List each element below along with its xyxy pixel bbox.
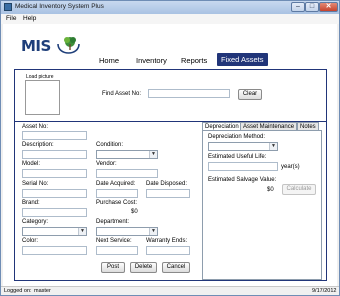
condition-select[interactable]: ▼ xyxy=(96,150,158,159)
app-window: Medical Inventory System Plus – □ ✕ File… xyxy=(0,0,340,296)
model-field[interactable] xyxy=(22,169,87,178)
status-date: 9/17/2012 xyxy=(312,288,337,294)
brand-label: Brand: xyxy=(22,200,40,206)
chevron-down-icon: ▼ xyxy=(78,228,86,235)
vendor-field[interactable] xyxy=(96,169,158,178)
useful-life-label: Estimated Useful Life: xyxy=(208,154,267,160)
main-content: MIS Home Inventory Reports Fixed Assets … xyxy=(3,24,337,286)
color-label: Color: xyxy=(22,238,39,244)
logged-on-user: master xyxy=(34,288,51,294)
asset-no-field[interactable] xyxy=(22,131,87,140)
depreciation-panel: Depreciation Method: ▼ Estimated Useful … xyxy=(202,130,322,280)
asset-panel: Load picture Find Asset No: Clear Asset … xyxy=(14,69,327,281)
chevron-down-icon: ▼ xyxy=(269,143,277,150)
department-label: Department: xyxy=(96,219,130,225)
logo-text: MIS xyxy=(21,37,51,55)
date-acquired-label: Date Acquired: xyxy=(96,181,136,187)
warranty-ends-field[interactable] xyxy=(146,246,190,255)
purchase-cost-label: Purchase Cost: xyxy=(96,200,138,206)
warranty-ends-label: Warranty Ends: xyxy=(146,238,188,244)
cancel-button[interactable]: Cancel xyxy=(162,262,190,273)
salvage-value: $0 xyxy=(267,187,274,193)
next-service-label: Next Service: xyxy=(96,238,132,244)
condition-label: Condition: xyxy=(96,142,124,148)
stethoscope-logo-icon xyxy=(57,37,80,54)
date-acquired-field[interactable] xyxy=(96,189,138,198)
nav-fixed-assets[interactable]: Fixed Assets xyxy=(217,53,268,66)
depreciation-tabs: Depreciation Asset Maintenance Notes Dep… xyxy=(201,121,325,281)
title-bar[interactable]: Medical Inventory System Plus – □ ✕ xyxy=(1,1,339,14)
delete-button[interactable]: Delete xyxy=(130,262,157,273)
calculate-button[interactable]: Calculate xyxy=(282,184,316,195)
menu-help[interactable]: Help xyxy=(23,15,36,22)
logged-on-label: Logged on: xyxy=(4,288,32,294)
asset-no-label: Asset No: xyxy=(22,124,49,130)
nav-reports[interactable]: Reports xyxy=(181,56,207,65)
date-disposed-label: Date Disposed: xyxy=(146,181,188,187)
model-label: Model: xyxy=(22,161,41,167)
department-select[interactable]: ▼ xyxy=(96,227,158,236)
menu-file[interactable]: File xyxy=(6,15,16,22)
serial-no-label: Serial No: xyxy=(22,181,49,187)
depreciation-method-select[interactable]: ▼ xyxy=(208,142,278,151)
years-label: year(s) xyxy=(281,164,300,170)
category-label: Category: xyxy=(22,219,49,225)
depreciation-method-label: Depreciation Method: xyxy=(208,134,266,140)
close-button[interactable]: ✕ xyxy=(319,2,338,12)
menu-bar: File Help xyxy=(1,14,339,24)
next-service-field[interactable] xyxy=(96,246,138,255)
purchase-cost-value: $0 xyxy=(131,209,138,215)
salvage-value-label: Estimated Salvage Value: xyxy=(208,177,277,183)
nav-home[interactable]: Home xyxy=(99,56,119,65)
find-asset-input[interactable] xyxy=(148,89,230,98)
asset-picture[interactable] xyxy=(25,80,60,115)
category-select[interactable]: ▼ xyxy=(22,227,87,236)
description-label: Description: xyxy=(22,142,54,148)
vendor-label: Vendor: xyxy=(96,161,117,167)
nav-inventory[interactable]: Inventory xyxy=(136,56,167,65)
brand-field[interactable] xyxy=(22,208,87,217)
useful-life-field[interactable] xyxy=(208,162,278,171)
post-button[interactable]: Post xyxy=(101,262,125,273)
status-bar: Logged on: master 9/17/2012 xyxy=(1,286,339,295)
clear-button[interactable]: Clear xyxy=(238,89,262,100)
description-field[interactable] xyxy=(22,150,87,159)
date-disposed-field[interactable] xyxy=(146,189,190,198)
chevron-down-icon: ▼ xyxy=(149,151,157,158)
maximize-button[interactable]: □ xyxy=(305,2,319,12)
find-asset-label: Find Asset No: xyxy=(102,91,142,97)
window-title: Medical Inventory System Plus xyxy=(15,3,104,10)
minimize-button[interactable]: – xyxy=(291,2,305,12)
color-field[interactable] xyxy=(22,246,87,255)
app-icon xyxy=(4,3,12,11)
chevron-down-icon: ▼ xyxy=(149,228,157,235)
serial-no-field[interactable] xyxy=(22,189,87,198)
